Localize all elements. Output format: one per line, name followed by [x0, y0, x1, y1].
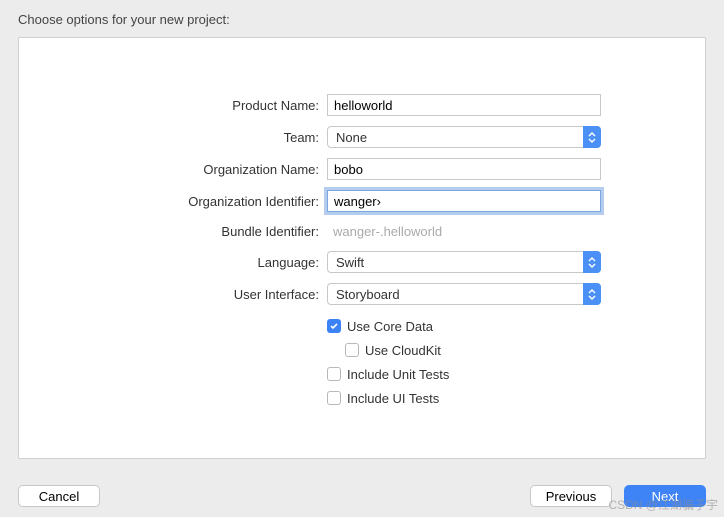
language-label: Language: [19, 255, 319, 270]
user-interface-select-value: Storyboard [327, 283, 601, 305]
org-identifier-label: Organization Identifier: [19, 194, 319, 209]
org-name-label: Organization Name: [19, 162, 319, 177]
use-cloudkit-label: Use CloudKit [365, 343, 441, 358]
bundle-identifier-value: wanger-.helloworld [327, 222, 601, 241]
chevron-updown-icon [583, 251, 601, 273]
use-cloudkit-checkbox[interactable] [345, 343, 359, 357]
next-button[interactable]: Next [624, 485, 706, 507]
footer: Cancel Previous Next [18, 485, 706, 507]
bundle-identifier-label: Bundle Identifier: [19, 224, 319, 239]
language-select-value: Swift [327, 251, 601, 273]
page-title: Choose options for your new project: [0, 0, 724, 37]
team-label: Team: [19, 130, 319, 145]
product-name-input[interactable] [327, 94, 601, 116]
chevron-updown-icon [583, 126, 601, 148]
user-interface-label: User Interface: [19, 287, 319, 302]
use-core-data-label: Use Core Data [347, 319, 433, 334]
org-name-input[interactable] [327, 158, 601, 180]
include-ui-tests-label: Include UI Tests [347, 391, 439, 406]
include-unit-tests-checkbox[interactable] [327, 367, 341, 381]
include-ui-tests-checkbox[interactable] [327, 391, 341, 405]
language-select[interactable]: Swift [327, 251, 601, 273]
cancel-button[interactable]: Cancel [18, 485, 100, 507]
form-panel: Product Name: Team: None Organization Na… [18, 37, 706, 459]
previous-button[interactable]: Previous [530, 485, 612, 507]
chevron-updown-icon [583, 283, 601, 305]
options-checkbox-group: Use Core Data Use CloudKit Include Unit … [327, 315, 601, 407]
org-identifier-input[interactable] [327, 190, 601, 212]
user-interface-select[interactable]: Storyboard [327, 283, 601, 305]
team-select[interactable]: None [327, 126, 601, 148]
use-core-data-checkbox[interactable] [327, 319, 341, 333]
product-name-label: Product Name: [19, 98, 319, 113]
team-select-value: None [327, 126, 601, 148]
include-unit-tests-label: Include Unit Tests [347, 367, 449, 382]
